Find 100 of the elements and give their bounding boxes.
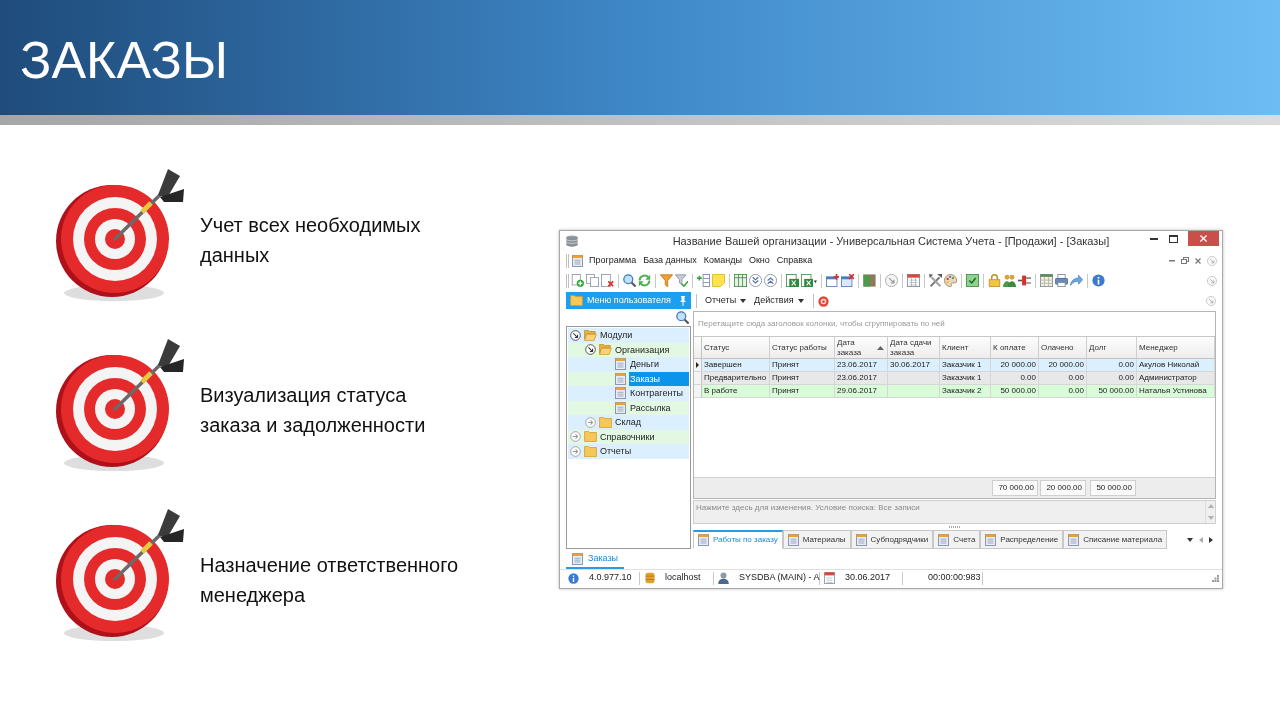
tab[interactable]: Материалы: [782, 530, 851, 549]
dropdown-button[interactable]: Отчеты: [702, 294, 750, 308]
document-tab[interactable]: Заказы: [566, 550, 625, 569]
caret-right-icon[interactable]: [1209, 536, 1213, 543]
exit-door-icon[interactable]: [863, 274, 876, 287]
refresh-icon[interactable]: [638, 274, 651, 287]
ring-icon[interactable]: [817, 295, 829, 307]
database-icon[interactable]: [566, 235, 578, 247]
tree-item[interactable]: Контрагенты: [629, 386, 684, 401]
add-page-icon[interactable]: [571, 274, 584, 287]
share-arrow-icon[interactable]: [1070, 274, 1083, 287]
circle-chevron-icon[interactable]: [1206, 296, 1216, 306]
table-cell: 20 000.00: [991, 359, 1039, 371]
table-cell: Акулов Николай: [1137, 359, 1215, 371]
close-icon[interactable]: [1195, 257, 1201, 264]
tools-icon[interactable]: [929, 274, 942, 287]
double-chevron-up-icon[interactable]: [764, 274, 777, 287]
close-button[interactable]: [1188, 231, 1219, 246]
circle-arrow-right-icon[interactable]: [570, 431, 581, 443]
filter-check-icon[interactable]: [675, 274, 688, 287]
table-cell: В работе: [702, 385, 770, 397]
circle-arrow-down-icon[interactable]: [585, 344, 596, 356]
menu-item[interactable]: Программа: [586, 253, 640, 268]
info-icon[interactable]: [1092, 274, 1105, 287]
circle-chevron-icon[interactable]: [1207, 255, 1217, 266]
caret-up-icon[interactable]: [1207, 504, 1214, 508]
tab[interactable]: Списание материала: [1063, 530, 1168, 549]
restore-icon[interactable]: [1181, 257, 1189, 264]
filter-icon[interactable]: [660, 274, 673, 287]
calendar-icon[interactable]: [907, 274, 920, 287]
circle-chevron-icon[interactable]: [1207, 275, 1217, 286]
copy-icon[interactable]: [586, 274, 599, 287]
tree-item[interactable]: Деньги: [629, 357, 661, 372]
circle-arrow-right-icon[interactable]: [570, 445, 581, 457]
menu-item[interactable]: Окно: [745, 253, 773, 268]
tab[interactable]: Счета: [933, 530, 981, 549]
column-header[interactable]: Долг: [1087, 337, 1137, 358]
panel-title: Меню пользователя: [587, 293, 671, 307]
tree-item[interactable]: Организация: [614, 342, 671, 357]
printer-icon[interactable]: [1055, 274, 1068, 287]
table-icon[interactable]: [1040, 274, 1053, 287]
status-text: 30.06.2017: [845, 571, 891, 585]
caret-left-icon[interactable]: [1199, 536, 1203, 543]
caret-down-icon[interactable]: [740, 299, 747, 303]
columns-icon[interactable]: [734, 274, 747, 287]
maximize-icon[interactable]: [1169, 234, 1178, 243]
tree-item[interactable]: Справочники: [599, 429, 656, 444]
table-row[interactable]: В работе Принят 29.06.2017 Заказчик 2 50 000.00 0.00 50 000.00 Наталья Устинова: [694, 385, 1215, 398]
column-header[interactable]: Клиент: [940, 337, 991, 358]
form-icon: [855, 533, 867, 546]
column-header[interactable]: Дата сдачи заказа: [888, 337, 940, 358]
table-row[interactable]: Завершен Принят 23.06.2017 30.06.2017 Заказчик 1 20 000.00 20 000.00 0.00 Акулов Николай: [694, 359, 1215, 372]
column-header[interactable]: Дата заказа: [835, 337, 888, 358]
row-header-cell[interactable]: [694, 385, 702, 397]
spreadsheet-export-icon[interactable]: [786, 274, 799, 287]
window-close-icon[interactable]: [841, 274, 854, 287]
palette-icon[interactable]: [944, 274, 957, 287]
row-header-cell[interactable]: [694, 359, 702, 371]
double-chevron-down-icon[interactable]: [749, 274, 762, 287]
column-header[interactable]: Олачено: [1039, 337, 1087, 358]
insert-row-icon[interactable]: [697, 274, 710, 287]
caret-down-icon[interactable]: [797, 299, 804, 303]
menu-item[interactable]: Команды: [700, 253, 745, 268]
user-icon: [718, 572, 729, 584]
pin-icon[interactable]: [679, 295, 687, 306]
minimize-icon[interactable]: [1150, 237, 1158, 240]
tab[interactable]: Субподрядчики: [850, 530, 934, 549]
lock-icon[interactable]: [988, 274, 1001, 287]
tab[interactable]: Распределение: [980, 530, 1064, 549]
column-header[interactable]: К оплате: [991, 337, 1039, 358]
feature-text: Учет всех необходимых данных: [200, 213, 421, 268]
spreadsheet-menu-icon[interactable]: [801, 274, 817, 287]
form-icon[interactable]: [572, 254, 583, 267]
row-header-cell[interactable]: [694, 372, 702, 384]
menu-item[interactable]: Справка: [773, 253, 816, 268]
search-icon[interactable]: [676, 311, 689, 324]
caret-down-icon[interactable]: [1187, 537, 1193, 542]
column-header[interactable]: Статус: [702, 337, 770, 358]
tree-item[interactable]: Модули: [599, 328, 634, 343]
window-add-icon[interactable]: [826, 274, 839, 287]
search-icon[interactable]: [623, 274, 636, 287]
tree-item[interactable]: Рассылка: [629, 400, 672, 415]
tree-item[interactable]: Склад: [614, 415, 643, 430]
dropdown-button[interactable]: Действия: [751, 294, 807, 308]
tab[interactable]: Работы по заказу: [693, 530, 783, 549]
delete-page-icon[interactable]: [601, 274, 614, 287]
checkbox-icon[interactable]: [966, 274, 979, 287]
table-row[interactable]: Предварительно Принят 23.06.2017 Заказчик 1 0.00 0.00 0.00 Администратор: [694, 372, 1215, 385]
circle-arrow-right-icon[interactable]: [585, 416, 596, 428]
tree-item[interactable]: Отчеты: [599, 444, 633, 459]
plug-icon[interactable]: [1018, 274, 1031, 287]
circle-arrow-down-icon[interactable]: [570, 329, 581, 341]
resize-grip-icon[interactable]: [1212, 574, 1219, 582]
users-icon[interactable]: [1003, 274, 1016, 287]
column-header[interactable]: Статус работы: [770, 337, 835, 358]
sort-up-icon[interactable]: [877, 345, 884, 350]
circle-arrow-icon[interactable]: [885, 274, 898, 287]
menu-item[interactable]: База данных: [640, 253, 700, 268]
column-header[interactable]: Менеджер: [1137, 337, 1215, 358]
row-pointer-icon: [696, 362, 699, 368]
